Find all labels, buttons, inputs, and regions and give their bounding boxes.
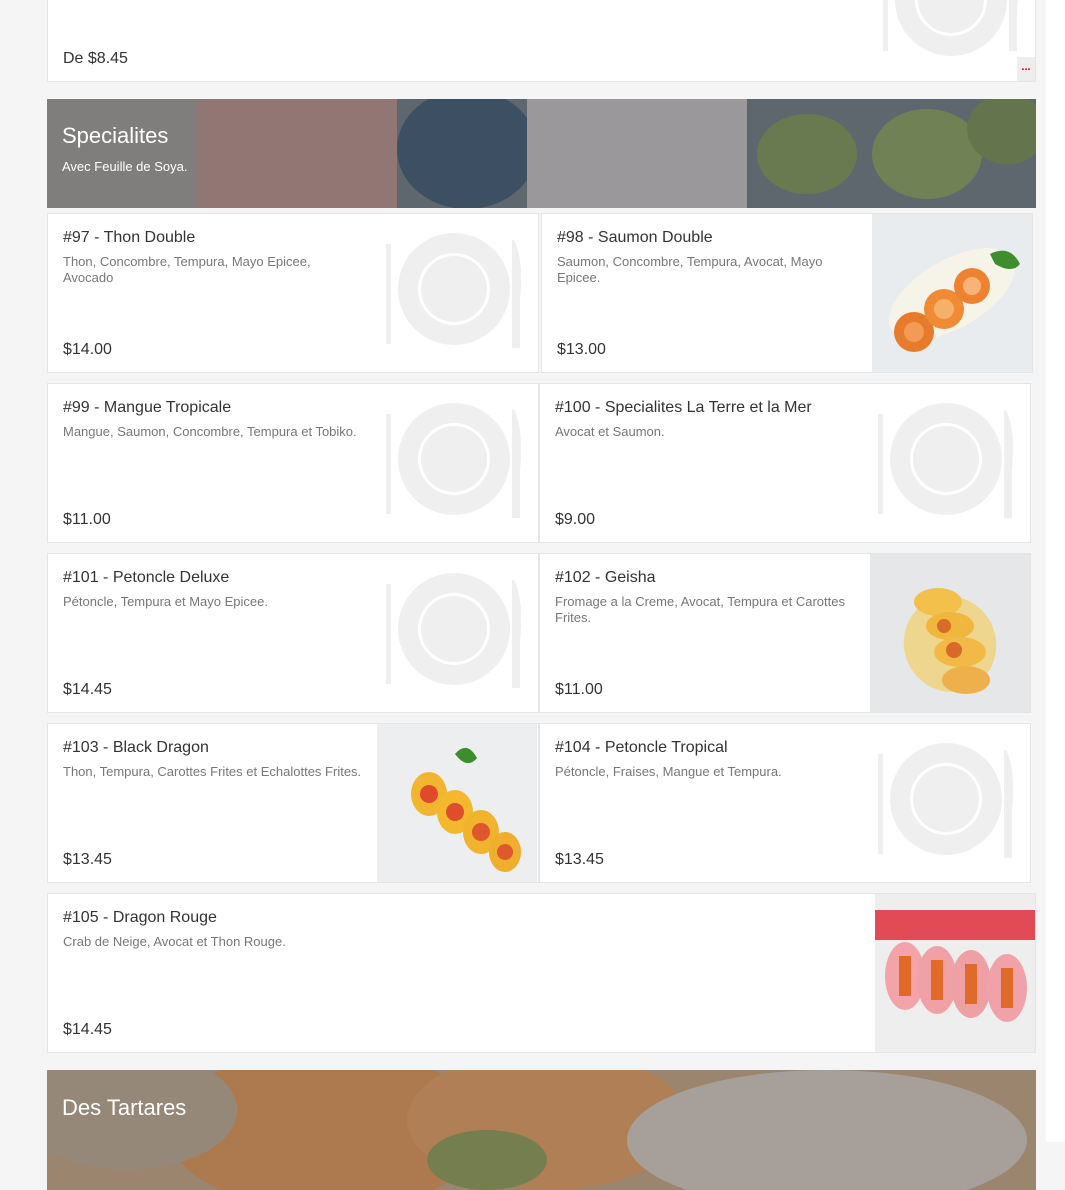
menu-item-title: #103 - Black Dragon: [63, 739, 209, 756]
menu-item-title: #97 - Thon Double: [63, 229, 196, 246]
menu-item-title: #101 - Petoncle Deluxe: [63, 569, 230, 586]
menu-item-description: Mangue, Saumon, Concombre, Tempura et To…: [63, 424, 357, 439]
menu-item-title: #99 - Mangue Tropicale: [63, 399, 232, 416]
menu-item-price: $14.00: [63, 341, 112, 358]
menu-item-price: $9.00: [555, 511, 596, 528]
menu-item-card[interactable]: #103 - Black Dragon Thon, Tempura, Carot…: [47, 723, 539, 883]
section-banner-tartares: Des Tartares: [47, 1070, 1036, 1190]
dish-placeholder-icon: [866, 384, 1026, 542]
menu-item-price: $13.45: [555, 851, 604, 868]
dish-placeholder-icon: [871, 0, 1031, 79]
menu-item-title: #98 - Saumon Double: [557, 229, 713, 246]
dish-placeholder-icon: [374, 214, 534, 372]
menu-item-description: Thon, Concombre, Tempura, Mayo Epicee, A…: [63, 254, 311, 285]
menu-item-price: $11.00: [555, 681, 603, 698]
menu-item-description: Fromage a la Creme, Avocat, Tempura et C…: [555, 594, 845, 625]
menu-item-description: Saumon, Concombre, Tempura, Avocat, Mayo…: [557, 254, 823, 285]
menu-item-title: #102 - Geisha: [555, 569, 656, 586]
menu-item-description: Avocat et Saumon.: [555, 424, 665, 439]
page-margin: [1046, 0, 1065, 1142]
dish-placeholder-icon: [374, 384, 534, 542]
menu-item-card[interactable]: #97 - Thon Double Thon, Concombre, Tempu…: [47, 213, 539, 373]
section-subtitle: Avec Feuille de Soya.: [62, 159, 188, 174]
menu-item-photo: [875, 894, 1035, 1052]
menu-item-card[interactable]: #104 - Petoncle Tropical Pétoncle, Frais…: [539, 723, 1031, 883]
menu-item-card[interactable]: #105 - Dragon Rouge Crab de Neige, Avoca…: [47, 893, 1036, 1053]
menu-item-card[interactable]: #98 - Saumon Double Saumon, Concombre, T…: [541, 213, 1033, 373]
menu-item-description: Pétoncle, Fraises, Mangue et Tempura.: [555, 764, 782, 779]
menu-item-photo: [377, 724, 537, 882]
dish-placeholder-icon: [374, 554, 534, 712]
dish-placeholder-icon: [866, 724, 1026, 882]
menu-item-price: $13.45: [63, 851, 112, 868]
section-title: Des Tartares: [62, 1095, 187, 1120]
menu-item-price: $14.45: [63, 681, 112, 698]
menu-item-description: Pétoncle, Tempura et Mayo Epicee.: [63, 594, 268, 609]
menu-item-card[interactable]: #100 - Specialites La Terre et la Mer Av…: [539, 383, 1031, 543]
menu-page: De $8.45 ... Specialites Avec Feuille de…: [0, 0, 1046, 1190]
menu-item-price: $11.00: [63, 511, 111, 528]
menu-item-card[interactable]: #99 - Mangue Tropicale Mangue, Saumon, C…: [47, 383, 539, 543]
section-banner-specialites: Specialites Avec Feuille de Soya.: [47, 99, 1036, 208]
more-options-button[interactable]: ...: [1017, 57, 1035, 81]
menu-item-description: Thon, Tempura, Carottes Frites et Echalo…: [63, 764, 362, 779]
menu-item-title: #104 - Petoncle Tropical: [555, 739, 728, 756]
menu-item-photo: [870, 554, 1030, 712]
menu-item-price: $13.00: [557, 341, 606, 358]
menu-item-price: De $8.45: [63, 50, 128, 67]
section-title: Specialites: [62, 123, 169, 148]
menu-item-title: #105 - Dragon Rouge: [63, 909, 217, 926]
menu-item-card-previous[interactable]: De $8.45 ...: [47, 0, 1036, 82]
menu-item-card[interactable]: #102 - Geisha Fromage a la Creme, Avocat…: [539, 553, 1031, 713]
menu-item-title: #100 - Specialites La Terre et la Mer: [555, 399, 812, 416]
menu-item-card[interactable]: #101 - Petoncle Deluxe Pétoncle, Tempura…: [47, 553, 539, 713]
menu-item-description: Crab de Neige, Avocat et Thon Rouge.: [63, 934, 286, 949]
menu-item-price: $14.45: [63, 1021, 112, 1038]
menu-item-photo: [872, 214, 1032, 372]
